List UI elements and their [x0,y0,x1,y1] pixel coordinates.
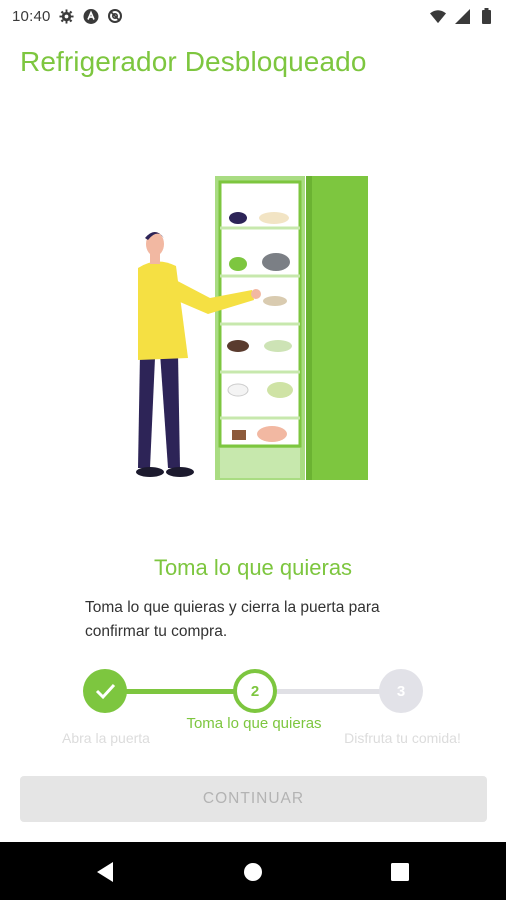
step-2-label: Toma lo que quieras [186,715,322,732]
battery-icon [478,8,494,24]
status-right [430,8,494,24]
step-description: Toma lo que quieras y cierra la puerta p… [85,599,380,640]
checkmark-icon [95,683,116,700]
page-title: Refrigerador Desbloqueado [20,46,367,77]
recents-icon[interactable] [388,860,412,884]
back-icon[interactable] [93,860,117,884]
gear-icon [59,8,75,24]
android-icon [83,8,99,24]
data-saver-icon [107,8,123,24]
status-left: 10:40 [12,8,123,25]
fridge-illustration [120,168,390,488]
status-time: 10:40 [12,7,51,25]
continue-button[interactable]: CONTINUAR [20,776,487,822]
step-1-label: Abra la puerta [62,730,150,746]
step-heading: Toma lo que quieras [153,555,353,580]
signal-icon [454,8,470,24]
home-icon[interactable] [241,860,265,884]
navigation-bar [0,842,506,900]
progress-stepper: 2 3 Abra la puerta Toma lo que quieras D… [0,660,506,760]
step-2-circle: 2 [233,669,277,713]
wifi-icon [430,8,446,24]
step-1-circle [83,669,127,713]
step-3-label: Disfruta tu comida! [344,730,461,746]
status-bar: 10:40 [0,0,506,32]
step-3-circle: 3 [379,669,423,713]
